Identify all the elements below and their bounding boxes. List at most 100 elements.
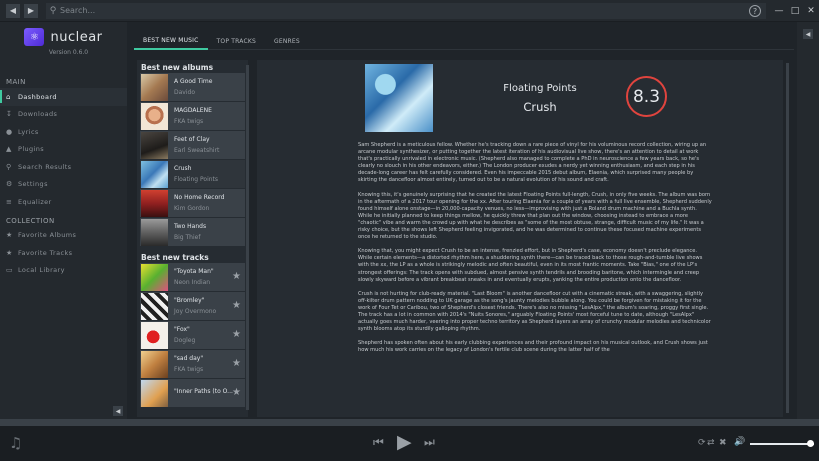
best-new-lists: Best new albums A Good Time Davido MAGDAL…: [137, 60, 248, 417]
review-paragraph: Knowing this, it's genuinely surprising …: [358, 191, 712, 241]
sidebar-item-equalizer[interactable]: ≡ Equalizer: [0, 193, 127, 211]
sidebar-item-settings[interactable]: ⚙ Settings: [0, 176, 127, 194]
track-title: "sad day": [174, 355, 204, 362]
queue-panel: ◀: [797, 22, 819, 419]
track-artist: Dogleg: [174, 337, 196, 344]
tab-top-tracks[interactable]: TOP TRACKS: [208, 32, 265, 50]
search-input[interactable]: [60, 6, 740, 15]
sidebar-item-label: Favorite Albums: [18, 231, 77, 240]
back-button[interactable]: ◀: [6, 3, 20, 18]
album-title: No Home Record: [174, 194, 225, 201]
tab-genres[interactable]: GENRES: [265, 32, 309, 50]
review-album-cover: [365, 64, 433, 132]
album-row[interactable]: A Good Time Davido: [140, 73, 245, 102]
chevron-left-icon: ◀: [9, 6, 17, 15]
sidebar-item-downloads[interactable]: ↧ Downloads: [0, 106, 127, 124]
track-title: "Fox": [174, 326, 190, 333]
album-cover: [141, 102, 168, 130]
version-label: Version 0.6.0: [48, 49, 89, 56]
close-button[interactable]: ✕: [803, 6, 819, 16]
sidebar-item-lyrics[interactable]: ● Lyrics: [0, 123, 127, 141]
album-cover: [141, 131, 168, 159]
review-paragraph: Knowing that, you might expect Crush to …: [358, 248, 703, 283]
track-cover: [141, 321, 168, 349]
sidebar-item-label: Dashboard: [18, 92, 57, 101]
star-icon[interactable]: ★: [232, 358, 241, 369]
volume-icon[interactable]: 🔊: [734, 437, 745, 447]
sidebar-item-plugins[interactable]: ▲ Plugins: [0, 141, 127, 159]
review-paragraph: Crush is not hurting for club-ready mate…: [358, 290, 711, 333]
track-row[interactable]: "Fox" Dogleg ★: [140, 321, 245, 350]
logo-text: nuclear: [50, 29, 103, 45]
previous-track-button[interactable]: ⏮: [373, 435, 384, 450]
track-artist: Joy Overmono: [174, 308, 217, 315]
volume-knob[interactable]: [807, 440, 814, 447]
sidebar-item-label: Lyrics: [18, 127, 39, 136]
maximize-button[interactable]: □: [787, 6, 803, 16]
seek-bar[interactable]: [0, 419, 819, 426]
shuffle-icon[interactable]: ⇄: [707, 438, 715, 448]
tab-best-new-music[interactable]: BEST NEW MUSIC: [134, 32, 208, 50]
track-row[interactable]: "Inner Paths (to O... ★: [140, 379, 245, 408]
star-icon[interactable]: ★: [232, 271, 241, 282]
album-title: Feet of Clay: [174, 136, 210, 143]
search-icon: ⚲: [6, 162, 12, 171]
sidebar-item-favorite-tracks[interactable]: ★ Favorite Tracks: [0, 244, 127, 262]
top-bar: ◀ ▶ ⚲ ? — □ ✕: [0, 0, 819, 22]
review-body: Sam Shepherd is a meticulous fellow. Whe…: [358, 142, 712, 361]
play-button[interactable]: ▶: [397, 431, 412, 453]
album-row[interactable]: Two Hands Big Thief: [140, 218, 245, 247]
review-album-title: Crush: [523, 100, 557, 114]
album-row[interactable]: Crush Floating Points: [140, 160, 245, 189]
window-controls: ? — □ ✕: [749, 0, 819, 22]
album-artist: Big Thief: [174, 234, 201, 241]
volume-fill: [750, 443, 814, 445]
track-cover: [141, 350, 168, 378]
section-title-collection: COLLECTION: [6, 216, 55, 225]
album-cover: [141, 189, 168, 217]
review-paragraph: Shepherd has spoken often about his earl…: [358, 340, 708, 354]
album-row[interactable]: MAGDALENE FKA twigs: [140, 102, 245, 131]
loop-icon[interactable]: ✖: [719, 438, 727, 448]
album-row[interactable]: No Home Record Kim Gordon: [140, 189, 245, 218]
sidebar-item-label: Downloads: [18, 110, 58, 119]
sidebar-item-label: Search Results: [18, 162, 72, 171]
next-track-button[interactable]: ⏭: [424, 435, 435, 450]
music-note-icon: ♫: [9, 434, 23, 452]
minimize-button[interactable]: —: [771, 6, 787, 16]
main-section: MAIN ⌂ Dashboard ↧ Downloads ● Lyrics ▲ …: [0, 78, 127, 211]
sidebar-item-label: Equalizer: [18, 197, 52, 206]
queue-expand-button[interactable]: ◀: [803, 29, 813, 39]
sidebar-item-dashboard[interactable]: ⌂ Dashboard: [0, 88, 127, 106]
volume-slider[interactable]: [750, 440, 814, 447]
main-content: BEST NEW MUSIC TOP TRACKS GENRES Best ne…: [127, 22, 797, 419]
track-row[interactable]: "sad day" FKA twigs ★: [140, 350, 245, 379]
album-row[interactable]: Feet of Clay Earl Sweatshirt: [140, 131, 245, 160]
sidebar-item-label: Local Library: [18, 266, 65, 275]
player-bar: ♫ ⏮ ▶ ⏭ ⟳ ⇄ ✖ 🔊: [0, 426, 819, 461]
repeat-icon[interactable]: ⟳: [698, 438, 706, 448]
star-icon[interactable]: ★: [232, 329, 241, 340]
sidebar-collapse-button[interactable]: ◀: [113, 406, 123, 416]
sidebar-item-local-library[interactable]: ▭ Local Library: [0, 262, 127, 280]
sidebar: ⚛ nuclear Version 0.6.0 MAIN ⌂ Dashboard…: [0, 22, 127, 419]
review-artist: Floating Points: [503, 83, 577, 94]
star-icon[interactable]: ★: [232, 387, 241, 398]
review-score-badge: 8.3: [626, 76, 667, 117]
track-title: "Toyota Man": [174, 268, 214, 275]
section-title-main: MAIN: [6, 78, 26, 86]
forward-button[interactable]: ▶: [24, 3, 38, 18]
star-icon: ★: [6, 248, 13, 257]
album-title: Two Hands: [174, 223, 207, 230]
track-row[interactable]: "Toyota Man" Neon Indian ★: [140, 263, 245, 292]
lists-scrollbar[interactable]: [246, 65, 249, 410]
help-icon[interactable]: ?: [749, 5, 761, 17]
star-icon[interactable]: ★: [232, 300, 241, 311]
logo-area: ⚛ nuclear Version 0.6.0: [0, 22, 127, 64]
track-row[interactable]: "Bromley" Joy Overmono ★: [140, 292, 245, 321]
sidebar-item-search-results[interactable]: ⚲ Search Results: [0, 158, 127, 176]
review-scrollbar[interactable]: [786, 63, 789, 413]
search-box[interactable]: ⚲: [46, 2, 766, 19]
album-cover: [141, 73, 168, 101]
sidebar-item-favorite-albums[interactable]: ★ Favorite Albums: [0, 227, 127, 245]
